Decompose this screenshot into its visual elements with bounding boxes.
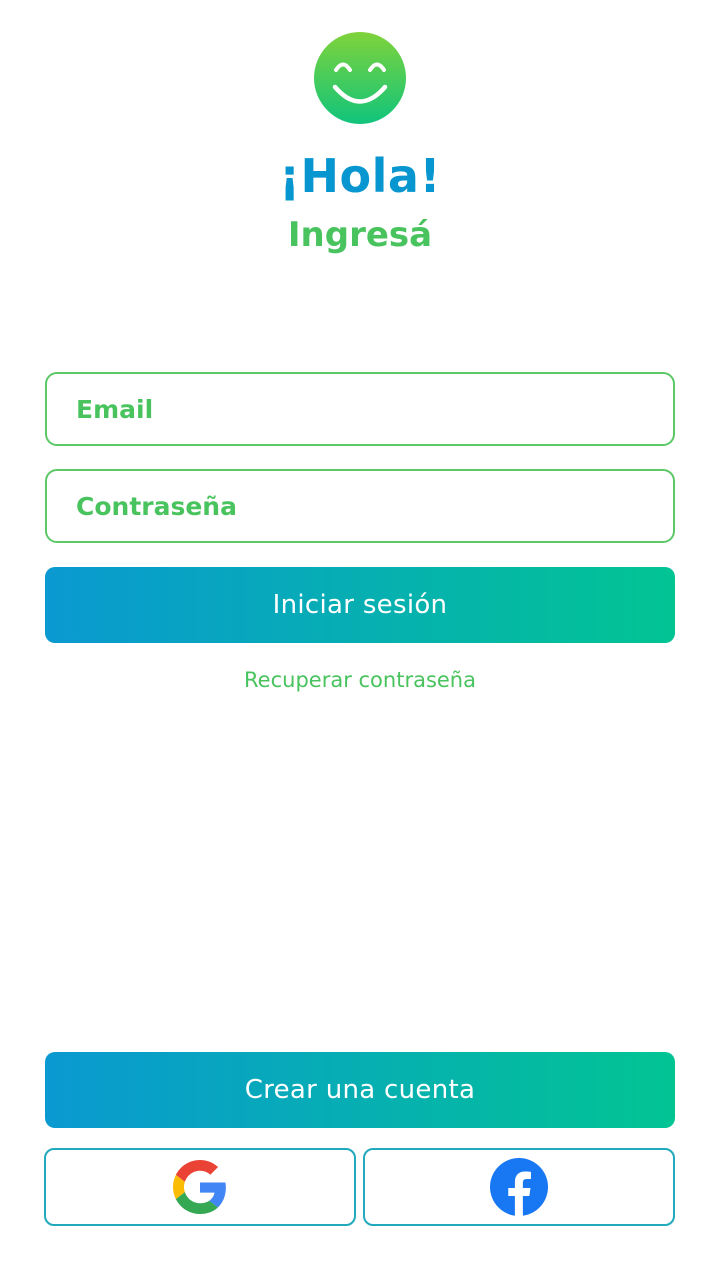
login-button[interactable]: Iniciar sesión bbox=[45, 567, 675, 643]
facebook-icon bbox=[490, 1158, 548, 1216]
email-input[interactable] bbox=[47, 374, 673, 444]
password-field[interactable] bbox=[45, 469, 675, 543]
google-icon bbox=[173, 1160, 227, 1214]
google-login-button[interactable] bbox=[44, 1148, 356, 1226]
facebook-login-button[interactable] bbox=[363, 1148, 675, 1226]
recover-password-link[interactable]: Recuperar contraseña bbox=[0, 664, 720, 696]
create-account-button[interactable]: Crear una cuenta bbox=[45, 1052, 675, 1128]
create-account-button-label: Crear una cuenta bbox=[244, 1075, 476, 1105]
password-input[interactable] bbox=[47, 471, 673, 541]
smiley-face-icon bbox=[314, 32, 406, 124]
login-screen: ¡Hola! Ingresá Iniciar sesión Recuperar … bbox=[0, 0, 720, 1280]
page-subtitle: Ingresá bbox=[287, 215, 433, 255]
login-button-label: Iniciar sesión bbox=[272, 590, 448, 620]
page-title: ¡Hola! bbox=[279, 149, 441, 203]
email-field[interactable] bbox=[45, 372, 675, 446]
